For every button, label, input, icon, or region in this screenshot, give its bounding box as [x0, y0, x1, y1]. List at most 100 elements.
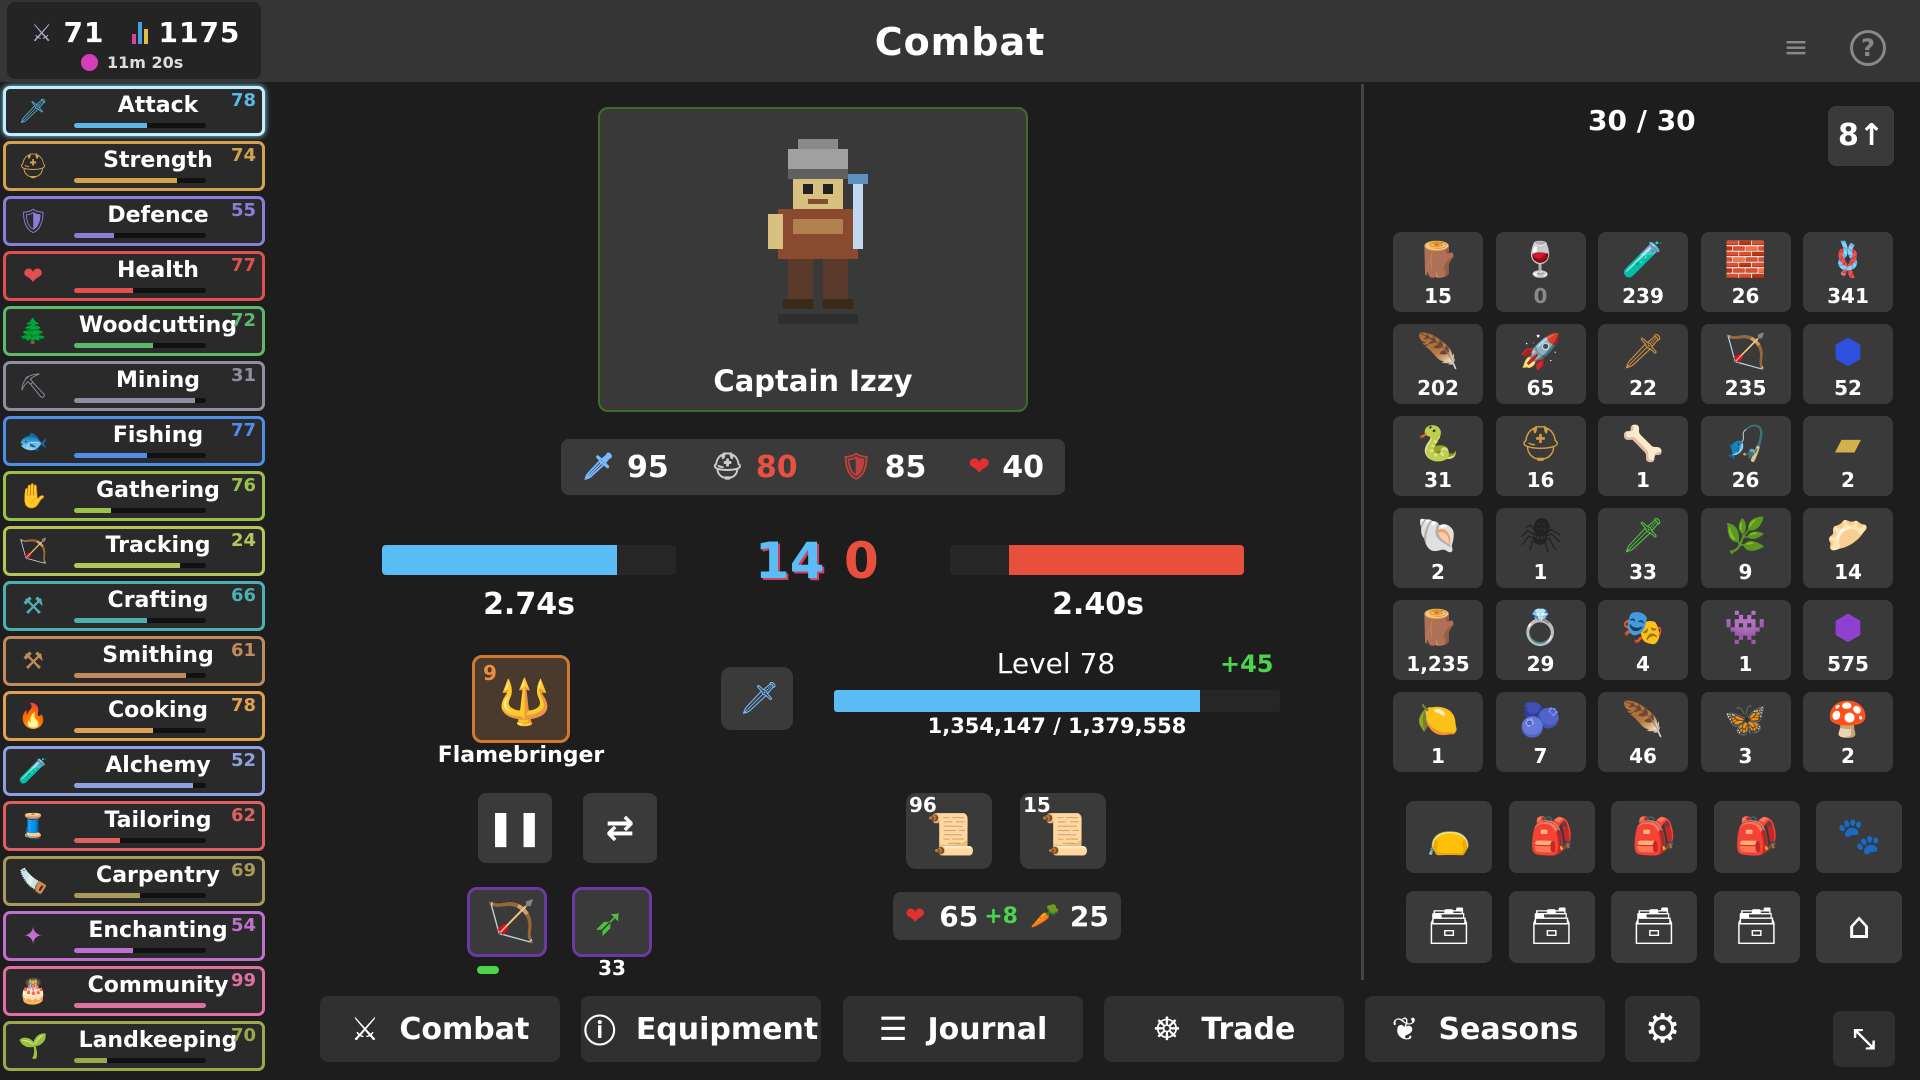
skill-woodcutting[interactable]: 🌲 Woodcutting 72 — [3, 306, 265, 356]
inventory-slot[interactable]: 💍 29 — [1495, 600, 1586, 680]
skill-crafting[interactable]: ⚒ Crafting 66 — [3, 581, 265, 631]
inventory-slot[interactable]: 🫐 7 — [1495, 692, 1586, 772]
item-icon: 🎣 — [1724, 424, 1767, 464]
inventory-slot[interactable]: 🧱 26 — [1700, 232, 1791, 312]
sort-button[interactable]: 8↑ — [1828, 106, 1894, 166]
skill-level: 52 — [230, 750, 256, 771]
swap-arrows-icon: ⇄ — [605, 808, 635, 848]
skill-progress-bar — [74, 563, 206, 568]
inventory-slot[interactable]: 🦋 3 — [1700, 692, 1791, 772]
item-icon: ⬢ — [1833, 608, 1863, 648]
nav-journal[interactable]: ☰ Journal — [843, 996, 1083, 1062]
skill-defence[interactable]: 🛡 Defence 55 — [3, 196, 265, 246]
bag-green-button[interactable]: 🎒 — [1611, 801, 1697, 873]
inventory-slot[interactable]: 👾 1 — [1700, 600, 1791, 680]
nav-equipment[interactable]: ⓘ Equipment — [581, 996, 821, 1062]
attack-style-button[interactable]: 🗡 — [721, 667, 793, 730]
inventory-slot[interactable]: 🎭 4 — [1598, 600, 1688, 680]
inventory-slot[interactable]: ▰ 2 — [1803, 416, 1893, 496]
skill-carpentry[interactable]: 🪚 Carpentry 69 — [3, 856, 265, 906]
skill-cooking[interactable]: 🔥 Cooking 78 — [3, 691, 265, 741]
skill-community[interactable]: 🎂 Community 99 — [3, 966, 265, 1016]
inventory-slot[interactable]: 🍋 1 — [1393, 692, 1483, 772]
inventory-slot[interactable]: ⛑ 16 — [1495, 416, 1586, 496]
inventory-slot[interactable]: 🪵 1,235 — [1393, 600, 1483, 680]
inventory-slot[interactable]: 🗡 22 — [1598, 324, 1688, 404]
skill-gathering[interactable]: ✋ Gathering 76 — [3, 471, 265, 521]
settings-button[interactable]: ⚙ — [1625, 996, 1700, 1062]
inventory-slot[interactable]: 🍄 2 — [1803, 692, 1893, 772]
inventory-slot[interactable]: 🐚 2 — [1393, 508, 1483, 588]
scroll-slot-1[interactable]: 96 📜 — [906, 793, 992, 869]
item-quantity: 14 — [1834, 560, 1862, 584]
skill-strength[interactable]: ⛑ Strength 74 — [3, 141, 265, 191]
inventory-slot[interactable]: 🪵 15 — [1393, 232, 1483, 312]
skill-tracking[interactable]: 🏹 Tracking 24 — [3, 526, 265, 576]
skill-progress-bar — [74, 728, 206, 733]
skill-level: 77 — [230, 255, 256, 276]
inventory-slot[interactable]: 🪢 341 — [1803, 232, 1893, 312]
inventory-slot[interactable]: 🌿 9 — [1700, 508, 1791, 588]
bow-slot[interactable]: 🏹 — [467, 887, 547, 957]
skill-level: 70 — [230, 1025, 256, 1046]
inventory-slot[interactable]: 🕷 1 — [1495, 508, 1586, 588]
inventory-slot[interactable]: 🪶 46 — [1598, 692, 1688, 772]
swap-button[interactable]: ⇄ — [583, 793, 657, 863]
item-icon: 🥟 — [1826, 516, 1870, 556]
home-button[interactable]: ⌂ — [1816, 891, 1902, 963]
weapon-slot[interactable]: 9 🔱 — [472, 655, 570, 743]
item-quantity: 16 — [1526, 468, 1555, 492]
skill-tailoring[interactable]: 🧵 Tailoring 62 — [3, 801, 265, 851]
inventory-slot[interactable]: 🪶 202 — [1393, 324, 1483, 404]
nav-seasons[interactable]: ❦ Seasons — [1365, 996, 1605, 1062]
skill-level: 77 — [230, 420, 256, 441]
chest-button[interactable]: 🗃 — [1508, 891, 1595, 963]
inventory-slot[interactable]: 🚀 65 — [1495, 324, 1586, 404]
enemy-portrait[interactable]: Captain Izzy — [598, 107, 1028, 412]
skill-fishing[interactable]: 🐟 Fishing 77 — [3, 416, 265, 466]
paw-button[interactable]: 🐾 — [1816, 801, 1902, 873]
item-icon: 🪵 — [1416, 240, 1460, 280]
inventory-slot[interactable]: 🎣 26 — [1700, 416, 1791, 496]
skill-smithing[interactable]: ⚒ Smithing 61 — [3, 636, 265, 686]
item-icon: 🗡 — [1621, 516, 1665, 556]
inventory-slot[interactable]: 🦴 1 — [1598, 416, 1688, 496]
skill-health[interactable]: ❤ Health 77 — [3, 251, 265, 301]
cake-icon: 🎂 — [18, 977, 48, 1005]
inventory-slot[interactable]: 🍷 0 — [1495, 232, 1586, 312]
chest-button[interactable]: 🗃 — [1406, 891, 1492, 963]
inventory-slot[interactable]: 🗡 33 — [1598, 508, 1688, 588]
skill-enchanting[interactable]: ✦ Enchanting 54 — [3, 911, 265, 961]
chest-dark-button[interactable]: 🗃 — [1713, 891, 1800, 963]
skill-progress-bar — [74, 1058, 206, 1063]
inventory-slot[interactable]: 🧪 239 — [1598, 232, 1688, 312]
bag-green-button[interactable]: 🎒 — [1713, 801, 1800, 873]
scroll-slot-2[interactable]: 15 📜 — [1020, 793, 1106, 869]
nav-label: Equipment — [635, 1011, 819, 1047]
arrow-slot[interactable]: ➶ — [572, 887, 652, 957]
skill-attack[interactable]: 🗡 Attack 78 — [3, 86, 265, 136]
skill-mining[interactable]: ⛏ Mining 31 — [3, 361, 265, 411]
inventory-slot[interactable]: ⬢ 52 — [1803, 324, 1893, 404]
inventory-slot[interactable]: ⬢ 575 — [1803, 600, 1893, 680]
item-icon: 🪵 — [1416, 608, 1460, 648]
edit-list-icon[interactable]: ≡ — [1778, 30, 1814, 66]
skill-alchemy[interactable]: 🧪 Alchemy 52 — [3, 746, 265, 796]
inventory-slot[interactable]: 🏹 235 — [1700, 324, 1791, 404]
chest-button[interactable]: 🗃 — [1611, 891, 1697, 963]
collapse-button[interactable]: ⤡ — [1833, 1011, 1895, 1067]
skill-level: 99 — [230, 970, 256, 991]
skill-landkeeping[interactable]: 🌱 Landkeeping 70 — [3, 1021, 265, 1071]
help-icon[interactable]: ? — [1850, 30, 1886, 66]
nav-trade[interactable]: ☸ Trade — [1104, 996, 1344, 1062]
pause-button[interactable]: ❚❚ — [478, 793, 552, 863]
enemy-score: 0 — [844, 532, 879, 590]
list-icon: ☰ — [878, 1010, 908, 1048]
bag-red-button[interactable]: 👝 — [1406, 801, 1492, 873]
skill-progress-bar — [74, 1003, 206, 1008]
food-panel[interactable]: ❤ 65 +8 🥕 25 — [893, 892, 1121, 940]
nav-combat[interactable]: ⚔ Combat — [320, 996, 560, 1062]
bag-green-button[interactable]: 🎒 — [1508, 801, 1595, 873]
inventory-slot[interactable]: 🥟 14 — [1803, 508, 1893, 588]
inventory-slot[interactable]: 🐍 31 — [1393, 416, 1483, 496]
